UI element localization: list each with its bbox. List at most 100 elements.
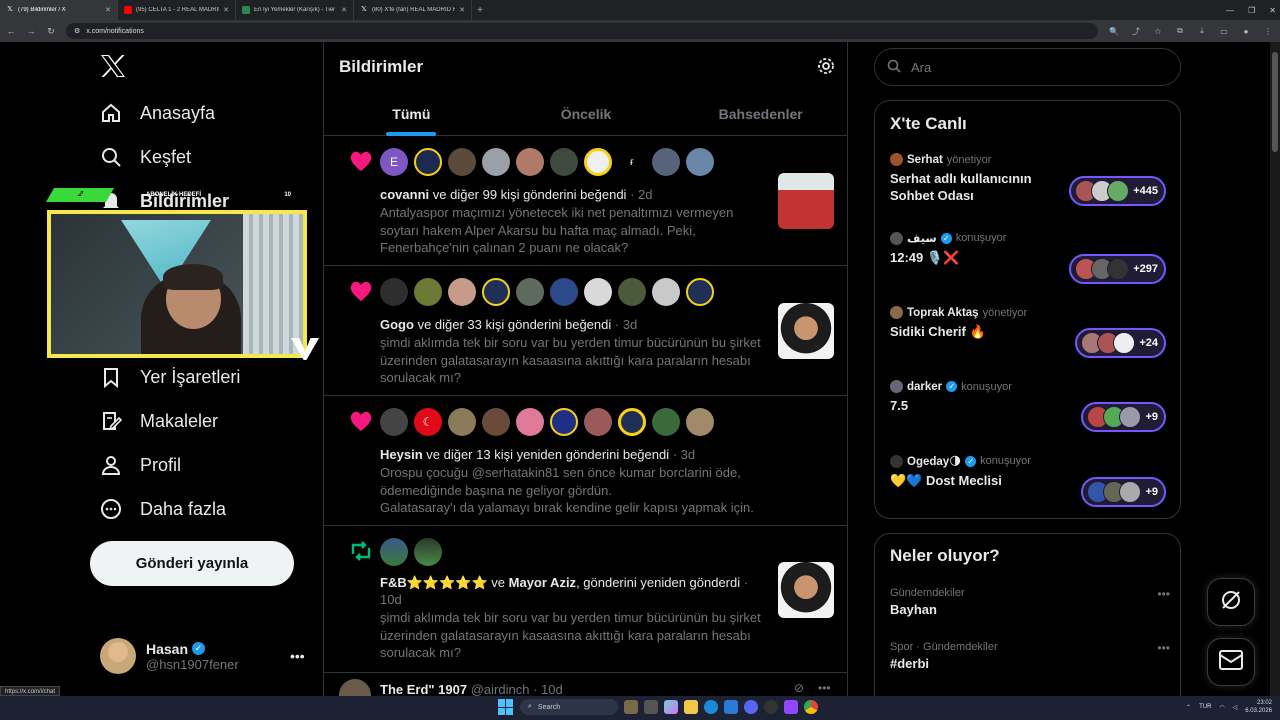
taskbar-app-icon[interactable]: [784, 700, 798, 714]
chrome-icon[interactable]: [804, 700, 818, 714]
notification-item[interactable]: E ғ covanni ve diğer 99 kişi gönderini b…: [324, 136, 847, 266]
download-icon[interactable]: ⤓: [1196, 26, 1208, 36]
trend-more-icon[interactable]: •••: [1157, 641, 1170, 655]
avatar[interactable]: [448, 278, 476, 306]
avatar[interactable]: [618, 278, 646, 306]
avatar[interactable]: E: [380, 148, 408, 176]
avatar[interactable]: [652, 148, 680, 176]
new-tab-button[interactable]: +: [472, 5, 488, 16]
grok-button[interactable]: [1207, 578, 1255, 626]
messages-button[interactable]: [1207, 638, 1255, 686]
trend-item[interactable]: Gündemdekiler Bayhan •••: [890, 587, 1170, 617]
listeners-pill[interactable]: +445: [1069, 176, 1166, 206]
taskbar-search[interactable]: ⌕ Search: [520, 699, 618, 715]
browser-profile-icon[interactable]: ●: [1240, 27, 1252, 36]
tab-all[interactable]: Tümü: [324, 92, 499, 136]
listeners-pill[interactable]: +24: [1075, 328, 1166, 358]
avatar[interactable]: [516, 408, 544, 436]
listeners-pill[interactable]: +9: [1081, 402, 1166, 432]
sidebar-item-more[interactable]: Daha fazla: [100, 498, 226, 520]
taskbar-app-icon[interactable]: [644, 700, 658, 714]
taskbar-clock[interactable]: 23:02 6.03.2026: [1245, 699, 1272, 715]
sidebar-item-articles[interactable]: Makaleler: [100, 410, 218, 432]
tab-mentions[interactable]: Bahsedenler: [673, 92, 847, 136]
taskbar-app-icon[interactable]: [764, 700, 778, 714]
minimize-icon[interactable]: —: [1226, 6, 1234, 15]
edge-icon[interactable]: [704, 700, 718, 714]
listeners-pill[interactable]: +297: [1069, 254, 1166, 284]
close-tab-icon[interactable]: ✕: [459, 6, 465, 14]
taskbar-app-icon[interactable]: [624, 700, 638, 714]
listeners-pill[interactable]: +9: [1081, 477, 1166, 507]
zoom-icon[interactable]: 🔍: [1108, 27, 1120, 36]
wifi-icon[interactable]: ◠: [1219, 704, 1224, 711]
post-thumbnail[interactable]: [778, 562, 834, 618]
avatar[interactable]: [618, 408, 646, 436]
avatar[interactable]: [482, 408, 510, 436]
avatar[interactable]: [686, 278, 714, 306]
maximize-icon[interactable]: ❐: [1248, 6, 1255, 15]
avatar[interactable]: ☾: [414, 408, 442, 436]
reload-icon[interactable]: ↻: [46, 26, 56, 37]
notification-item[interactable]: F&B⭐⭐⭐⭐⭐ ve Mayor Aziz, gönderini yenide…: [324, 526, 847, 673]
close-tab-icon[interactable]: ✕: [341, 6, 347, 14]
avatar[interactable]: [516, 278, 544, 306]
avatar[interactable]: [550, 278, 578, 306]
close-window-icon[interactable]: ✕: [1269, 6, 1276, 15]
avatar[interactable]: [550, 408, 578, 436]
trend-more-icon[interactable]: •••: [1157, 587, 1170, 601]
volume-icon[interactable]: ◁: [1233, 704, 1238, 711]
avatar[interactable]: [380, 278, 408, 306]
account-more-icon[interactable]: •••: [290, 648, 305, 664]
avatar[interactable]: [652, 278, 680, 306]
gear-icon[interactable]: [817, 57, 835, 75]
sidebar-item-profile[interactable]: Profil: [100, 454, 181, 476]
extensions-icon[interactable]: ⧉: [1174, 26, 1186, 36]
avatar[interactable]: [339, 679, 371, 696]
tray-chevron-icon[interactable]: ⌃: [1186, 704, 1191, 711]
avatar[interactable]: [584, 148, 612, 176]
grok-icon[interactable]: ⊘: [794, 681, 804, 695]
avatar[interactable]: [482, 148, 510, 176]
windows-start-icon[interactable]: [498, 699, 514, 715]
browser-tab-x-fan[interactable]: 𝕏 (80) X'te (fan) REAL MADRID Fi ✕: [354, 0, 472, 20]
avatar[interactable]: ғ: [618, 148, 646, 176]
avatar[interactable]: [550, 148, 578, 176]
x-logo-icon[interactable]: [100, 54, 126, 85]
back-icon[interactable]: ←: [6, 26, 16, 36]
discord-icon[interactable]: [744, 700, 758, 714]
page-scrollbar[interactable]: [1270, 42, 1280, 696]
notification-item[interactable]: The Erd" 1907 @airdinch · 10d ⊘ •••: [324, 673, 847, 696]
trend-item[interactable]: Spor · Gündemdekiler #derbi •••: [890, 641, 1170, 671]
sidebar-item-home[interactable]: Anasayfa: [100, 102, 215, 124]
site-info-icon[interactable]: ⚙: [74, 27, 80, 35]
avatar[interactable]: [448, 408, 476, 436]
avatar[interactable]: [686, 408, 714, 436]
notification-item[interactable]: ☾ Heysin ve diğer 13 kişi yeniden gönder…: [324, 396, 847, 526]
browser-tab-youtube[interactable]: (95) CELTA 1 - 2 REAL MADRID ✕: [118, 0, 236, 20]
avatar[interactable]: [448, 148, 476, 176]
avatar[interactable]: [686, 148, 714, 176]
tab-priority[interactable]: Öncelik: [499, 92, 674, 136]
close-tab-icon[interactable]: ✕: [105, 6, 111, 14]
post-thumbnail[interactable]: [778, 303, 834, 359]
avatar[interactable]: [482, 278, 510, 306]
post-button[interactable]: Gönderi yayınla: [90, 541, 294, 586]
browser-tab-notifications[interactable]: 𝕏 (79) Bildirimler / X ✕: [0, 0, 118, 20]
scrollbar-thumb[interactable]: [1272, 52, 1278, 152]
url-field[interactable]: ⚙ x.com/notifications: [66, 23, 1098, 39]
search-input[interactable]: Ara: [874, 48, 1181, 86]
notification-item[interactable]: Gogo ve diğer 33 kişi gönderini beğendi …: [324, 266, 847, 396]
language-indicator[interactable]: TUR: [1199, 704, 1211, 710]
taskbar-app-icon[interactable]: [724, 700, 738, 714]
post-thumbnail[interactable]: [778, 173, 834, 229]
post-more-icon[interactable]: •••: [818, 681, 831, 695]
avatar[interactable]: [380, 538, 408, 566]
avatar[interactable]: [414, 278, 442, 306]
close-tab-icon[interactable]: ✕: [223, 6, 229, 14]
share-icon[interactable]: ⤴: [1130, 26, 1142, 37]
forward-icon[interactable]: →: [26, 26, 36, 36]
browser-tab-tier[interactable]: En İyi Yemekler (Karışık) - Tier li ✕: [236, 0, 354, 20]
star-icon[interactable]: ☆: [1152, 27, 1164, 36]
browser-menu-icon[interactable]: ⋮: [1262, 27, 1274, 36]
